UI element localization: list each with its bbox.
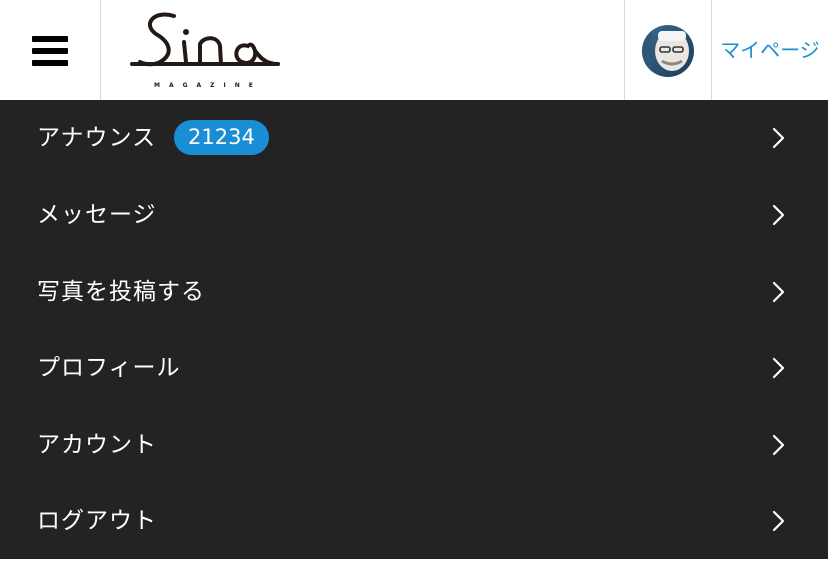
menu-item-logout[interactable]: ログアウト	[0, 483, 828, 559]
logo-mark	[130, 12, 280, 67]
menu-item-label: プロフィール	[37, 355, 181, 381]
menu-item-profile[interactable]: プロフィール	[0, 330, 828, 406]
menu-item-post-photo[interactable]: 写真を投稿する	[0, 254, 828, 330]
menu-item-label: 写真を投稿する	[37, 279, 205, 305]
hamburger-menu-button[interactable]	[0, 0, 101, 100]
hamburger-icon-bar	[32, 48, 68, 54]
avatar	[642, 25, 694, 77]
navigation-menu: アナウンス 21234 メッセージ 写真を投稿する プロフィール アカウント ロ…	[0, 100, 828, 559]
mypage-link[interactable]: マイページ	[712, 0, 828, 100]
chevron-right-icon	[772, 204, 785, 226]
logo[interactable]: MAGAZINE	[128, 8, 298, 94]
menu-item-announcements[interactable]: アナウンス 21234	[0, 100, 828, 176]
chevron-right-icon	[772, 434, 785, 456]
menu-item-account[interactable]: アカウント	[0, 407, 828, 483]
hamburger-icon-bar	[32, 60, 68, 66]
avatar-image	[642, 25, 694, 77]
menu-item-label: ログアウト	[37, 508, 157, 534]
chevron-right-icon	[772, 510, 785, 532]
chevron-right-icon	[772, 281, 785, 303]
menu-item-label: メッセージ	[37, 202, 157, 228]
chevron-right-icon	[772, 357, 785, 379]
menu-item-label: アナウンス	[37, 125, 157, 151]
menu-item-messages[interactable]: メッセージ	[0, 177, 828, 253]
hamburger-icon	[32, 36, 68, 42]
user-avatar-button[interactable]	[624, 0, 712, 100]
notification-badge: 21234	[174, 120, 269, 155]
chevron-right-icon	[772, 127, 785, 149]
menu-item-label: アカウント	[37, 432, 157, 458]
header: MAGAZINE マイページ	[0, 0, 828, 100]
logo-subtitle: MAGAZINE	[154, 82, 262, 89]
